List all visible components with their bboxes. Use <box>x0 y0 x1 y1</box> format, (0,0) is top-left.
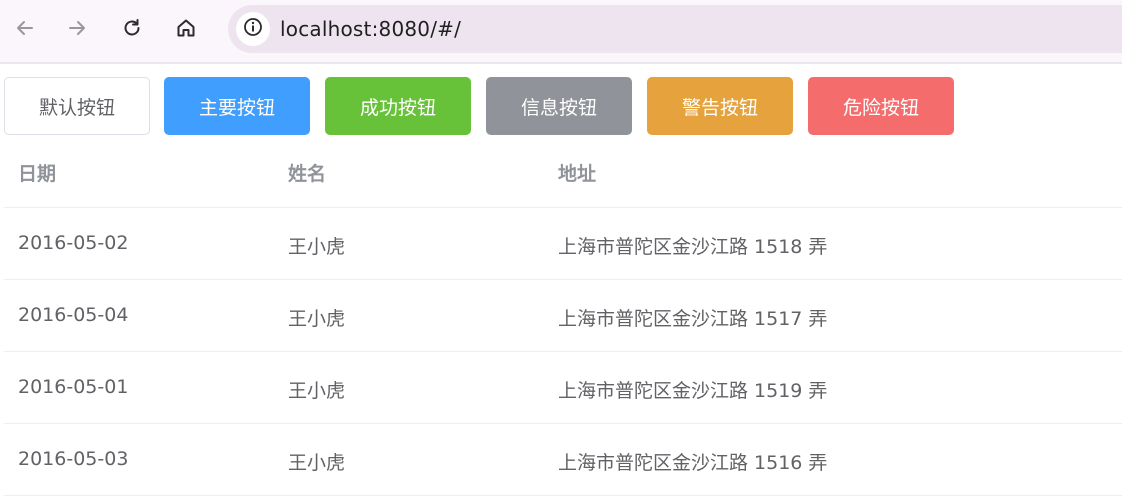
table-row[interactable]: 2016-05-01 王小虎 上海市普陀区金沙江路 1519 弄 <box>4 352 1122 424</box>
table-row[interactable]: 2016-05-02 王小虎 上海市普陀区金沙江路 1518 弄 <box>4 208 1122 280</box>
reload-icon <box>121 17 143 39</box>
table-header: 日期 姓名 地址 <box>4 137 1122 208</box>
cell-name: 王小虎 <box>288 452 346 474</box>
cell-address: 上海市普陀区金沙江路 1519 弄 <box>558 380 828 402</box>
column-header-name[interactable]: 姓名 <box>288 159 326 186</box>
table-row[interactable]: 2016-05-03 王小虎 上海市普陀区金沙江路 1516 弄 <box>4 424 1122 496</box>
cell-date: 2016-05-03 <box>18 448 129 470</box>
danger-button[interactable]: 危险按钮 <box>808 77 954 135</box>
data-table: 日期 姓名 地址 2016-05-02 王小虎 上海市普陀区金沙江路 1518 … <box>4 137 1122 496</box>
forward-button[interactable] <box>62 11 92 45</box>
default-button[interactable]: 默认按钮 <box>4 77 150 135</box>
home-button[interactable] <box>171 11 201 45</box>
column-header-date[interactable]: 日期 <box>18 159 56 186</box>
cell-date: 2016-05-02 <box>18 232 129 254</box>
site-info-button[interactable] <box>236 12 270 46</box>
cell-address: 上海市普陀区金沙江路 1516 弄 <box>558 452 828 474</box>
address-bar[interactable]: localhost:8080/#/ <box>228 5 1122 53</box>
browser-toolbar: localhost:8080/#/ <box>0 0 1122 64</box>
cell-address: 上海市普陀区金沙江路 1517 弄 <box>558 308 828 330</box>
warning-button[interactable]: 警告按钮 <box>647 77 793 135</box>
arrow-left-icon <box>14 17 36 39</box>
table-row[interactable]: 2016-05-04 王小虎 上海市普陀区金沙江路 1517 弄 <box>4 280 1122 352</box>
cell-date: 2016-05-04 <box>18 304 129 326</box>
primary-button[interactable]: 主要按钮 <box>164 77 310 135</box>
info-button[interactable]: 信息按钮 <box>486 77 632 135</box>
back-button[interactable] <box>10 11 40 45</box>
cell-address: 上海市普陀区金沙江路 1518 弄 <box>558 236 828 258</box>
cell-date: 2016-05-01 <box>18 376 129 398</box>
column-header-address[interactable]: 地址 <box>558 159 596 186</box>
url-text[interactable]: localhost:8080/#/ <box>280 17 461 41</box>
success-button[interactable]: 成功按钮 <box>325 77 471 135</box>
reload-button[interactable] <box>117 11 147 45</box>
info-icon <box>243 17 263 41</box>
cell-name: 王小虎 <box>288 236 346 258</box>
arrow-right-icon <box>66 17 88 39</box>
home-icon <box>175 17 197 39</box>
cell-name: 王小虎 <box>288 308 346 330</box>
cell-name: 王小虎 <box>288 380 346 402</box>
